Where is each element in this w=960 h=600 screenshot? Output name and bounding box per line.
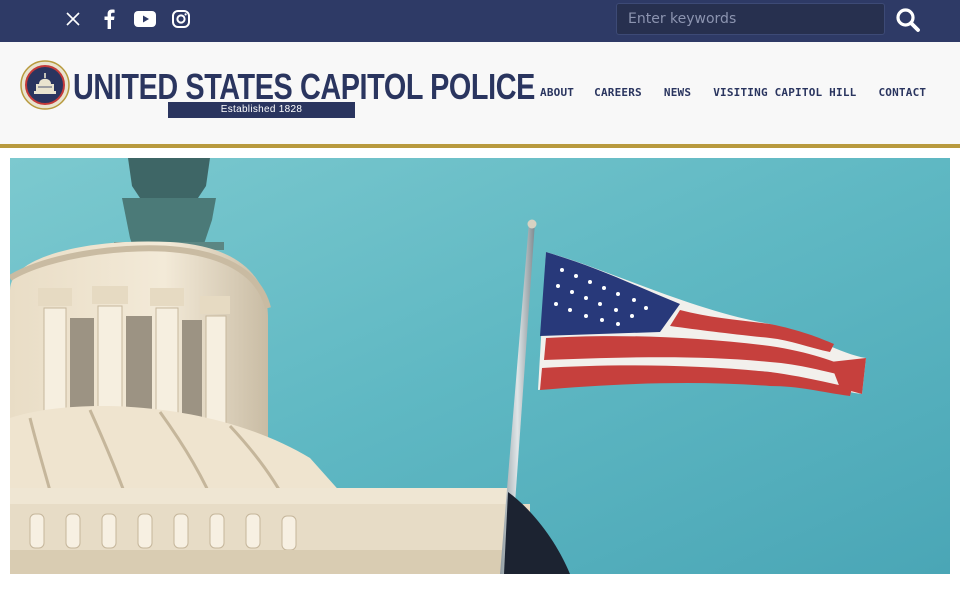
- search-icon: [896, 8, 920, 32]
- x-twitter-icon[interactable]: [62, 8, 84, 30]
- main-nav: ABOUT CAREERS NEWS VISITING CAPITOL HILL…: [540, 86, 926, 99]
- search-button[interactable]: [893, 6, 923, 34]
- hero-image: [10, 158, 950, 574]
- top-bar: [0, 0, 960, 42]
- established-tagline: Established 1828: [168, 102, 355, 118]
- capitol-police-badge-logo[interactable]: [20, 60, 70, 110]
- nav-contact[interactable]: CONTACT: [878, 86, 926, 99]
- nav-news[interactable]: NEWS: [664, 86, 691, 99]
- nav-visiting-capitol-hill[interactable]: VISITING CAPITOL HILL: [713, 86, 856, 99]
- search-input[interactable]: [616, 3, 885, 35]
- header-divider: [0, 144, 960, 148]
- youtube-icon[interactable]: [134, 8, 156, 30]
- instagram-icon[interactable]: [170, 8, 192, 30]
- facebook-icon[interactable]: [98, 8, 120, 30]
- nav-about[interactable]: ABOUT: [540, 86, 574, 99]
- social-links: [62, 8, 192, 30]
- nav-careers[interactable]: CAREERS: [594, 86, 642, 99]
